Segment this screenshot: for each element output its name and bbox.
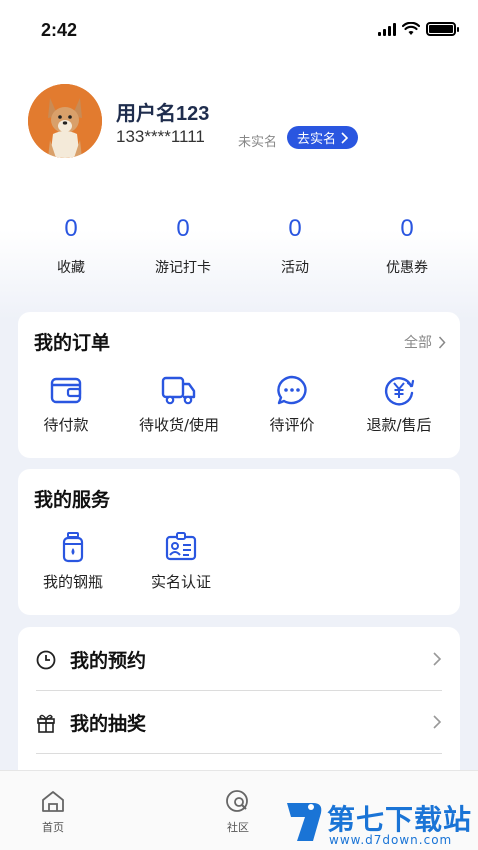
- order-item-label: 待评价: [269, 416, 315, 434]
- watermark-logo: [287, 803, 322, 841]
- gift-icon: [37, 714, 55, 733]
- watermark-text: 第七下载站: [327, 803, 473, 836]
- menu-item-label: 我的预约: [70, 650, 147, 672]
- verification-status: 未实名: [238, 135, 278, 150]
- order-refund-aftersale[interactable]: 退款/售后: [344, 374, 454, 435]
- truck-icon: [161, 376, 196, 405]
- order-item-label: 待收货/使用: [138, 416, 220, 434]
- stat-coupons[interactable]: 0 优惠券: [351, 215, 463, 277]
- service-item-label: 实名认证: [150, 573, 211, 591]
- stat-value: 0: [288, 215, 302, 242]
- comment-icon: [277, 375, 307, 405]
- stat-favorites[interactable]: 0 收藏: [15, 215, 127, 277]
- verify-identity-button[interactable]: 去实名: [287, 126, 359, 149]
- chevron-right-icon: [433, 715, 442, 729]
- menu-item-label: 我的抽奖: [70, 713, 147, 735]
- tab-home[interactable]: 首页: [23, 789, 83, 835]
- stat-label: 游记打卡: [155, 260, 211, 276]
- order-item-label: 退款/售后: [366, 416, 432, 434]
- orders-card: 我的订单 全部 待付款 待收货/使用 待评价 退款/售后: [18, 312, 460, 458]
- tab-label: 首页: [42, 821, 64, 834]
- wifi-icon: [402, 22, 420, 35]
- battery-icon: [426, 22, 459, 36]
- watermark-url: www.d7down.com: [329, 833, 453, 847]
- service-real-name-verification[interactable]: 实名认证: [126, 531, 236, 592]
- id-card-icon: [165, 532, 197, 561]
- stat-travel-checkins[interactable]: 0 游记打卡: [127, 215, 239, 277]
- stat-value: 0: [400, 215, 414, 242]
- view-all-label: 全部: [404, 335, 432, 351]
- order-pending-review[interactable]: 待评价: [237, 374, 347, 435]
- chevron-right-icon: [433, 652, 442, 666]
- menu-my-appointments[interactable]: 我的预约: [36, 629, 442, 691]
- service-item-label: 我的钢瓶: [42, 573, 103, 591]
- refund-icon: [384, 377, 415, 406]
- dog-avatar-image: [28, 84, 102, 158]
- avatar[interactable]: [28, 84, 102, 158]
- chevron-right-icon: [341, 131, 349, 144]
- tab-label: 社区: [227, 821, 249, 834]
- watermark: 第七下载站 www.d7down.com: [283, 795, 473, 850]
- stat-label: 收藏: [57, 260, 85, 276]
- stat-label: 活动: [281, 260, 309, 276]
- wallet-icon: [50, 377, 82, 404]
- chevron-right-icon: [438, 335, 446, 349]
- verify-button-label: 去实名: [297, 132, 337, 147]
- orders-title: 我的订单: [34, 332, 111, 354]
- username: 用户名123: [116, 103, 210, 125]
- service-gas-cylinder[interactable]: 我的钢瓶: [18, 531, 128, 592]
- stat-value: 0: [176, 215, 190, 242]
- order-pending-receipt[interactable]: 待收货/使用: [124, 374, 234, 435]
- stat-label: 优惠券: [386, 260, 428, 276]
- stat-activities[interactable]: 0 活动: [239, 215, 351, 277]
- menu-my-lottery[interactable]: 我的抽奖: [36, 692, 442, 754]
- stat-value: 0: [64, 215, 78, 242]
- status-icons: [378, 22, 459, 36]
- order-pending-payment[interactable]: 待付款: [11, 374, 121, 435]
- services-card: 我的服务 我的钢瓶 实名认证: [18, 469, 460, 615]
- status-time: 2:42: [41, 20, 78, 40]
- stats-row: 0 收藏 0 游记打卡 0 活动 0 优惠券: [0, 215, 478, 277]
- community-icon: [226, 790, 248, 812]
- services-title: 我的服务: [34, 489, 111, 511]
- status-bar: 2:42: [0, 0, 478, 60]
- cellular-signal-icon: [378, 22, 396, 36]
- gas-cylinder-icon: [62, 532, 84, 563]
- tab-community[interactable]: 社区: [208, 789, 268, 835]
- phone-number: 133****1111: [116, 127, 205, 146]
- orders-view-all-link[interactable]: 全部: [404, 332, 446, 352]
- home-icon: [42, 791, 64, 812]
- clock-icon: [36, 650, 56, 669]
- order-item-label: 待付款: [43, 416, 89, 434]
